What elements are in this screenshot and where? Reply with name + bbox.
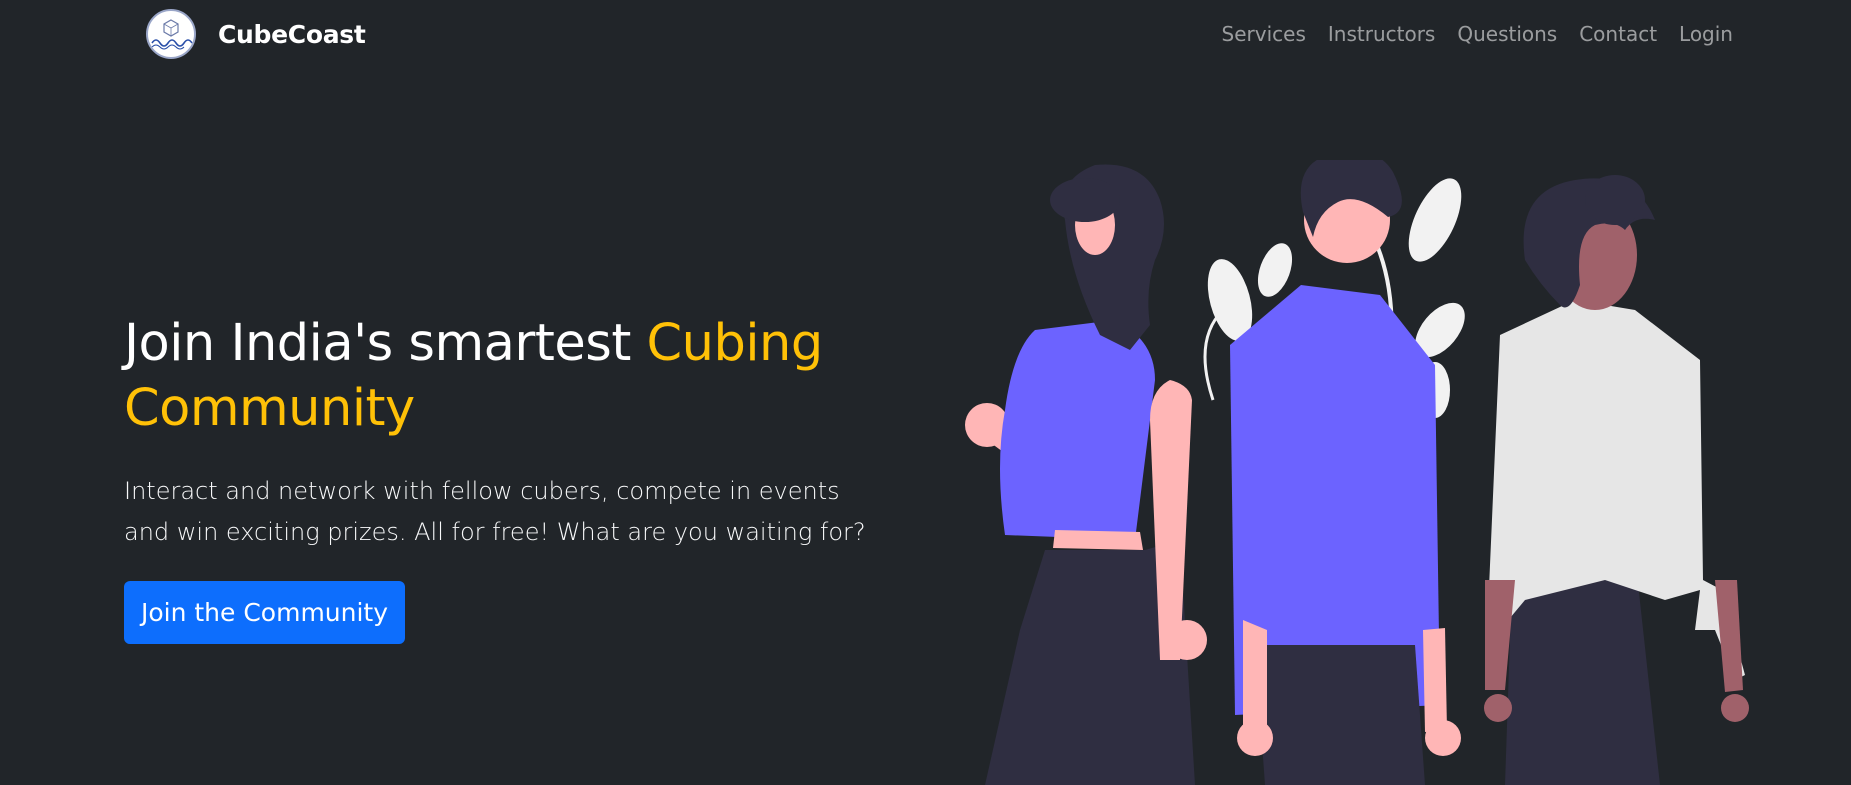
nav-questions[interactable]: Questions — [1446, 18, 1568, 50]
hero-title: Join India's smartest Cubing Community — [124, 311, 924, 441]
hero-section: Join India's smartest Cubing Community I… — [124, 311, 924, 553]
hero-subtitle: Interact and network with fellow cubers,… — [124, 477, 866, 546]
hero-title-main: Join India's smartest — [124, 314, 647, 373]
people-group-illustration — [925, 151, 1755, 785]
nav-links: Services Instructors Questions Contact L… — [1211, 18, 1733, 50]
join-community-button[interactable]: Join the Community — [124, 581, 405, 644]
brand-link[interactable]: CubeCoast — [146, 9, 366, 59]
nav-login[interactable]: Login — [1668, 18, 1733, 50]
nav-instructors[interactable]: Instructors — [1317, 18, 1446, 50]
nav-services[interactable]: Services — [1211, 18, 1317, 50]
cube-wave-logo-icon — [146, 9, 196, 59]
nav-contact[interactable]: Contact — [1568, 18, 1668, 50]
brand-name: CubeCoast — [218, 19, 366, 49]
navbar: CubeCoast Services Instructors Questions… — [0, 0, 1851, 68]
